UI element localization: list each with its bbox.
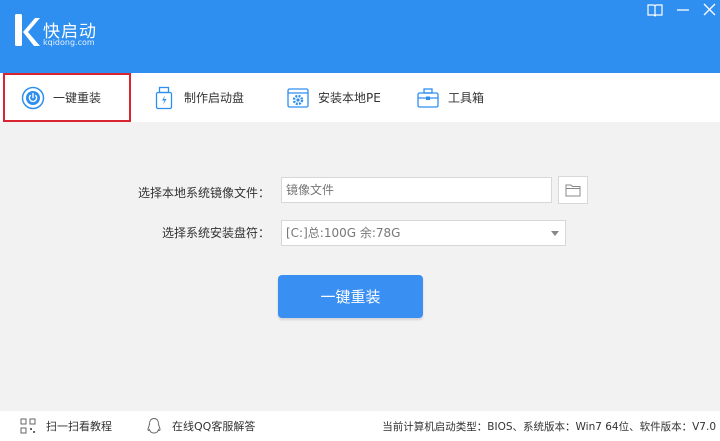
qq-penguin-icon [147,417,161,434]
qr-code-icon [20,418,36,434]
dropdown-caret-icon [551,231,559,236]
install-drive-select[interactable]: [C:]总:100G 余:78G [281,220,566,246]
tab-install-local-pe[interactable]: 安装本地PE [286,73,381,122]
tab-label: 制作启动盘 [184,91,245,105]
logo-url: kqidong.com [43,38,95,47]
system-info-text: 当前计算机启动类型：BIOS、系统版本：Win7 64位、软件版本：V7.0 [382,420,716,433]
tab-toolbox[interactable]: 工具箱 [416,73,484,122]
close-icon[interactable] [700,2,718,18]
minimize-icon[interactable] [674,2,692,18]
install-drive-value: [C:]总:100G 余:78G [286,226,401,240]
install-drive-label: 选择系统安装盘符： [161,226,270,240]
image-file-label: 选择本地系统镜像文件： [137,186,270,200]
tab-label: 工具箱 [448,91,485,105]
browse-folder-button[interactable] [558,176,588,204]
scan-tutorial-label: 扫一扫看教程 [46,420,112,433]
tab-label: 一键重装 [53,91,102,105]
tab-one-click-reinstall[interactable]: 一键重装 [3,73,131,122]
tab-bar: 一键重装 制作启动盘 安装本地PE 工具箱 [0,73,720,122]
title-bar: 快启动 kqidong.com [0,0,720,73]
image-file-input[interactable] [281,177,552,203]
qq-support-label: 在线QQ客服解答 [172,420,256,433]
qq-support-link[interactable]: 在线QQ客服解答 [146,411,255,441]
status-bar: 扫一扫看教程 在线QQ客服解答 当前计算机启动类型：BIOS、系统版本：Win7… [0,411,720,441]
usb-drive-icon [155,86,173,109]
one-click-reinstall-button[interactable]: 一键重装 [278,275,423,318]
scan-tutorial-link[interactable]: 扫一扫看教程 [20,411,112,441]
book-icon[interactable] [646,2,664,18]
toolbox-icon [417,87,439,108]
tab-label: 安装本地PE [318,91,381,105]
logo-k-icon [15,14,40,46]
tab-make-boot-disk[interactable]: 制作启动盘 [152,73,244,122]
power-icon [21,86,45,109]
gear-box-icon [287,87,309,108]
folder-icon [565,184,581,197]
main-panel: 选择本地系统镜像文件： 选择系统安装盘符： [C:]总:100G 余:78G 一… [0,122,720,411]
